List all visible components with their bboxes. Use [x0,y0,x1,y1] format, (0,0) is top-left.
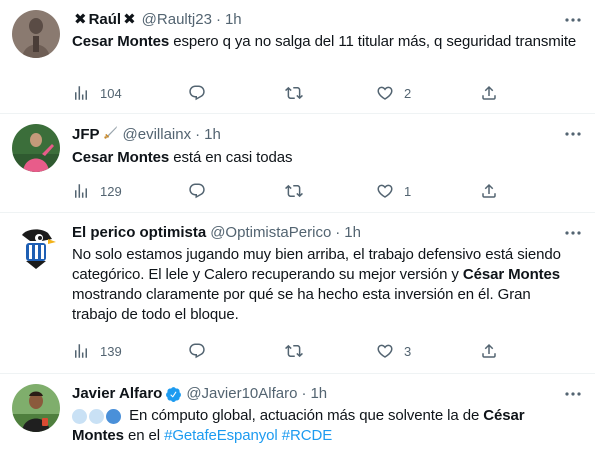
tweet-actions: 129 1 [72,182,579,202]
heart-icon [377,86,393,100]
views-button[interactable]: 129 [72,182,122,200]
separator-dot: · [335,224,341,241]
reply-icon [189,85,205,101]
tweet-actions: 139 3 [72,342,579,362]
tweet-header: ✖ Raúl ✖ @Raultj23 · 1h [72,10,579,30]
timestamp[interactable]: 1h [225,10,242,30]
user-handle[interactable]: @evillainx [123,125,192,145]
separator-dot: · [195,126,201,143]
tweet[interactable]: JFP @evillainx · 1h Cesar Montes está en… [0,114,595,213]
retweet-button[interactable] [285,182,303,200]
reply-button[interactable] [188,182,206,200]
display-name[interactable]: Javier Alfaro [72,384,162,404]
user-handle[interactable]: @OptimistaPerico [210,223,331,243]
timeline-feed: ✖ Raúl ✖ @Raultj23 · 1h Cesar Montes esp… [0,0,595,452]
avatar[interactable] [12,10,60,58]
views-count: 104 [100,85,122,101]
mention-bold: Cesar Montes [72,33,170,50]
tweet-header: JFP @evillainx · 1h [72,124,579,146]
views-icon [75,344,87,358]
retweet-icon [285,184,303,198]
views-count: 139 [100,343,122,359]
dagger-emoji-icon [103,124,119,146]
tweet-text: En cómputo global, actuación más que sol… [72,406,579,446]
retweet-icon [285,344,303,358]
views-icon [75,184,87,198]
tweet-text-post: mostrando claramente por qué se ha hecho… [72,286,531,323]
mention-bold: Cesar Montes [72,149,170,166]
like-button[interactable]: 2 [376,84,411,102]
avatar[interactable] [12,124,60,172]
share-button[interactable] [480,84,498,102]
views-button[interactable]: 104 [72,84,122,102]
separator-dot: · [215,11,221,28]
display-name[interactable]: Raúl [89,10,122,30]
share-icon [482,85,496,100]
tweet[interactable]: ✖ Raúl ✖ @Raultj23 · 1h Cesar Montes esp… [0,0,595,114]
retweet-icon [285,86,303,100]
tweet[interactable]: Javier Alfaro @Javier10Alfaro · 1h En có… [0,374,595,452]
reply-icon [189,183,205,199]
views-icon [75,86,87,100]
likes-count: 1 [404,183,412,199]
tweet-header: El perico optimista @OptimistaPerico · 1… [72,223,579,243]
tweet-header: Javier Alfaro @Javier10Alfaro · 1h [72,384,579,404]
more-options-icon[interactable] [563,384,583,404]
avatar[interactable] [12,223,60,271]
tweet-text: Cesar Montes está en casi todas [72,148,579,168]
reply-button[interactable] [188,84,206,102]
display-name[interactable]: JFP [72,125,100,145]
tweet-text-rest: está en casi todas [169,149,293,166]
hashtag-link[interactable]: #GetafeEspanyol [164,427,278,444]
tweet-actions: 104 2 [72,84,579,104]
likes-count: 3 [404,343,412,359]
views-button[interactable]: 139 [72,342,122,360]
timestamp[interactable]: 1h [344,223,361,243]
x-mark-icon: ✖ [74,11,87,28]
views-count: 129 [100,183,122,199]
tweet-text: Cesar Montes espero q ya no salga del 11… [72,32,579,52]
tweet[interactable]: El perico optimista @OptimistaPerico · 1… [0,213,595,374]
more-options-icon[interactable] [563,124,583,144]
more-options-icon[interactable] [563,223,583,243]
separator-dot: · [301,385,307,402]
reply-button[interactable] [188,342,206,360]
display-name[interactable]: El perico optimista [72,223,206,243]
share-icon [482,343,496,358]
heart-icon [377,184,393,198]
retweet-button[interactable] [285,342,303,360]
mention-bold: César [483,407,525,424]
share-icon [482,183,496,198]
likes-count: 2 [404,85,412,101]
timestamp[interactable]: 1h [310,384,327,404]
more-options-icon[interactable] [563,10,583,30]
user-handle[interactable]: @Javier10Alfaro [186,384,297,404]
share-button[interactable] [480,182,498,200]
heart-icon [377,344,393,358]
tweet-text-mid: en el [123,427,165,444]
tweet-text-pre: En cómputo global, actuación más que sol… [125,407,484,424]
avatar[interactable] [12,384,60,432]
like-button[interactable]: 1 [376,182,411,200]
like-button[interactable]: 3 [376,342,411,360]
x-mark-icon: ✖ [123,11,136,28]
retweet-button[interactable] [285,84,303,102]
circle-emoji-icon [72,408,121,424]
verified-badge-icon [166,386,182,402]
hashtag-link[interactable]: #RCDE [282,427,332,444]
tweet-text-rest: espero q ya no salga del 11 titular más,… [169,33,577,50]
user-handle[interactable]: @Raultj23 [142,10,212,30]
timestamp[interactable]: 1h [204,125,221,145]
mention-bold: César Montes [462,266,561,283]
share-button[interactable] [480,342,498,360]
mention-bold-cont: Montes [72,427,124,444]
tweet-text: No solo estamos jugando muy bien arriba,… [72,245,579,325]
reply-icon [189,343,205,359]
